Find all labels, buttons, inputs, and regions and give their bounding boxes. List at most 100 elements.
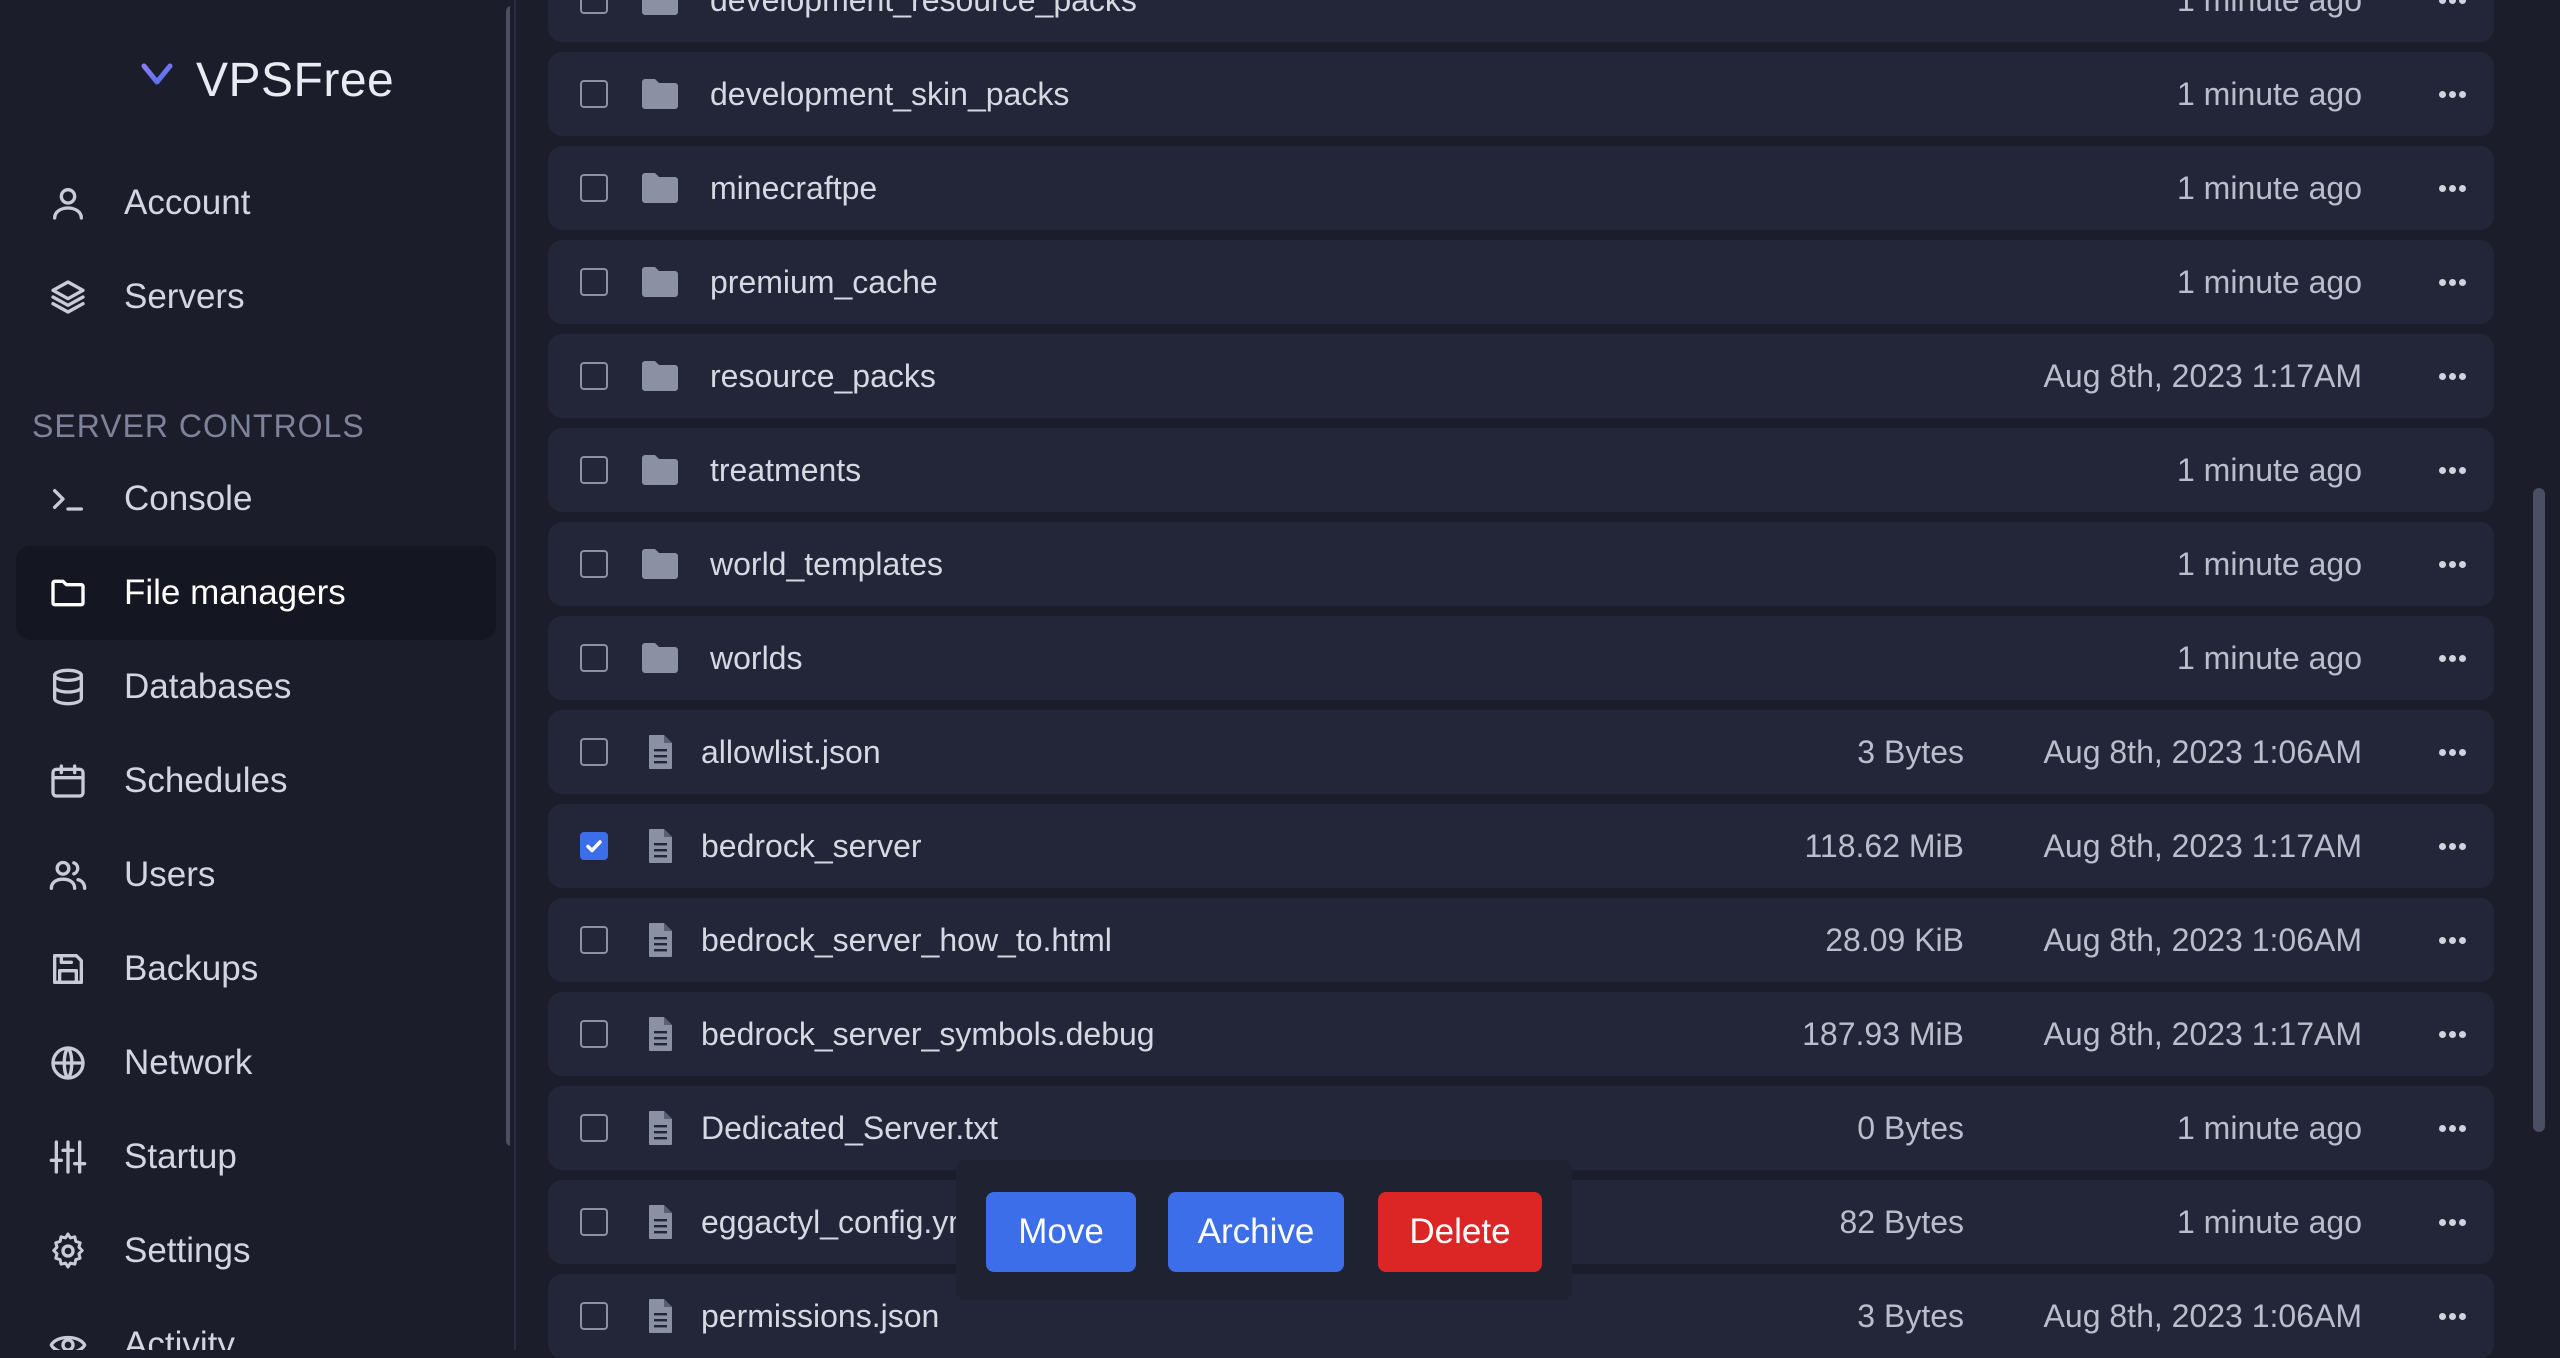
file-name[interactable]: premium_cache bbox=[710, 264, 938, 301]
file-name[interactable]: eggactyl_config.yml bbox=[701, 1204, 982, 1241]
row-checkbox[interactable] bbox=[580, 550, 608, 578]
file-name[interactable]: bedrock_server_symbols.debug bbox=[701, 1016, 1155, 1053]
row-checkbox[interactable] bbox=[580, 738, 608, 766]
folder-icon bbox=[640, 358, 680, 394]
file-row[interactable]: bedrock_server_symbols.debug 187.93 MiB Au… bbox=[548, 992, 2494, 1076]
file-modified: 1 minute ago bbox=[2176, 545, 2362, 582]
sliders-icon bbox=[48, 1137, 88, 1177]
nav-item-backups[interactable]: Backups bbox=[16, 922, 496, 1016]
nav-item-users[interactable]: Users bbox=[16, 828, 496, 922]
nav-item-settings[interactable]: Settings bbox=[16, 1204, 496, 1298]
brand[interactable]: VPSFree bbox=[140, 48, 394, 112]
file-row[interactable]: premium_cache 1 minute ago bbox=[548, 240, 2494, 324]
more-options-icon[interactable] bbox=[2432, 1301, 2472, 1331]
more-options-icon[interactable] bbox=[2432, 925, 2472, 955]
nav-item-file-managers[interactable]: File managers bbox=[16, 546, 496, 640]
sidebar-scrollbar[interactable] bbox=[506, 6, 510, 1146]
row-checkbox[interactable] bbox=[580, 1208, 608, 1236]
row-checkbox[interactable] bbox=[580, 644, 608, 672]
nav-item-activity[interactable]: Activity bbox=[16, 1298, 496, 1350]
more-options-icon[interactable] bbox=[2432, 79, 2472, 109]
file-name[interactable]: resource_packs bbox=[710, 358, 936, 395]
file-row[interactable]: allowlist.json 3 Bytes Aug 8th, 2023 1:06A… bbox=[548, 710, 2494, 794]
row-checkbox[interactable] bbox=[580, 1020, 608, 1048]
more-options-icon[interactable] bbox=[2432, 1207, 2472, 1237]
selection-action-bar: Move Archive Delete bbox=[956, 1160, 1572, 1300]
file-name[interactable]: permissions.json bbox=[701, 1298, 939, 1335]
file-modified: Aug 8th, 2023 1:17AM bbox=[2043, 1015, 2362, 1052]
file-name[interactable]: allowlist.json bbox=[701, 734, 881, 771]
more-options-icon[interactable] bbox=[2432, 831, 2472, 861]
more-options-icon[interactable] bbox=[2432, 455, 2472, 485]
more-options-icon[interactable] bbox=[2432, 173, 2472, 203]
row-checkbox[interactable] bbox=[580, 268, 608, 296]
folder-icon bbox=[48, 573, 88, 613]
file-name[interactable]: bedrock_server bbox=[701, 828, 922, 865]
file-row[interactable]: bedrock_server_how_to.html 28.09 KiB Aug 8… bbox=[548, 898, 2494, 982]
folder-icon bbox=[640, 76, 680, 112]
row-checkbox[interactable] bbox=[580, 1302, 608, 1330]
file-name[interactable]: minecraftpe bbox=[710, 170, 877, 207]
more-options-icon[interactable] bbox=[2432, 0, 2472, 15]
nav-label-settings: Settings bbox=[124, 1231, 251, 1270]
move-button[interactable]: Move bbox=[986, 1192, 1136, 1272]
more-options-icon[interactable] bbox=[2432, 549, 2472, 579]
more-options-icon[interactable] bbox=[2432, 643, 2472, 673]
more-options-icon[interactable] bbox=[2432, 737, 2472, 767]
file-name[interactable]: worlds bbox=[710, 640, 802, 677]
file-row[interactable]: bedrock_server 118.62 MiB Aug 8th, 2023 1:… bbox=[548, 804, 2494, 888]
row-checkbox[interactable] bbox=[580, 832, 608, 860]
more-options-icon[interactable] bbox=[2432, 1113, 2472, 1143]
row-checkbox[interactable] bbox=[580, 362, 608, 390]
file-name[interactable]: development_resource_packs bbox=[710, 0, 1137, 19]
archive-button[interactable]: Archive bbox=[1168, 1192, 1344, 1272]
file-row[interactable]: resource_packs Aug 8th, 2023 1:17AM bbox=[548, 334, 2494, 418]
file-row[interactable]: world_templates 1 minute ago bbox=[548, 522, 2494, 606]
row-checkbox[interactable] bbox=[580, 80, 608, 108]
users-icon bbox=[48, 855, 88, 895]
delete-button[interactable]: Delete bbox=[1378, 1192, 1542, 1272]
file-row[interactable]: development_skin_packs 1 minute ago bbox=[548, 52, 2494, 136]
file-size: 3 Bytes bbox=[1857, 1297, 1964, 1334]
more-options-icon[interactable] bbox=[2432, 267, 2472, 297]
file-name[interactable]: Dedicated_Server.txt bbox=[701, 1110, 998, 1147]
nav-item-console[interactable]: Console bbox=[16, 452, 496, 546]
file-row[interactable]: Dedicated_Server.txt 0 Bytes 1 minute ago bbox=[548, 1086, 2494, 1170]
file-name[interactable]: development_skin_packs bbox=[710, 76, 1069, 113]
row-checkbox[interactable] bbox=[580, 174, 608, 202]
file-modified: Aug 8th, 2023 1:17AM bbox=[2043, 357, 2362, 394]
nav-item-servers[interactable]: Servers bbox=[16, 250, 496, 344]
file-row[interactable]: development_resource_packs 1 minute ago bbox=[548, 0, 2494, 42]
file-row[interactable]: worlds 1 minute ago bbox=[548, 616, 2494, 700]
more-options-icon[interactable] bbox=[2432, 361, 2472, 391]
file-row[interactable]: treatments 1 minute ago bbox=[548, 428, 2494, 512]
row-checkbox[interactable] bbox=[580, 1114, 608, 1142]
nav-item-schedules[interactable]: Schedules bbox=[16, 734, 496, 828]
globe-icon bbox=[48, 1043, 88, 1083]
nav-label-network: Network bbox=[124, 1043, 253, 1082]
row-checkbox[interactable] bbox=[580, 0, 608, 14]
file-size: 187.93 MiB bbox=[1802, 1015, 1964, 1052]
file-icon bbox=[640, 1298, 680, 1334]
more-options-icon[interactable] bbox=[2432, 1019, 2472, 1049]
nav-item-databases[interactable]: Databases bbox=[16, 640, 496, 734]
nav-item-account[interactable]: Account bbox=[16, 156, 496, 250]
nav-item-startup[interactable]: Startup bbox=[16, 1110, 496, 1204]
file-icon bbox=[640, 922, 680, 958]
row-checkbox[interactable] bbox=[580, 926, 608, 954]
file-row[interactable]: minecraftpe 1 minute ago bbox=[548, 146, 2494, 230]
file-name[interactable]: bedrock_server_how_to.html bbox=[701, 922, 1112, 959]
nav-label-backups: Backups bbox=[124, 949, 259, 988]
file-modified: 1 minute ago bbox=[2176, 1109, 2362, 1146]
file-icon bbox=[640, 734, 680, 770]
file-name[interactable]: treatments bbox=[710, 452, 861, 489]
row-checkbox[interactable] bbox=[580, 456, 608, 484]
nav-label-schedules: Schedules bbox=[124, 761, 288, 800]
nav-label-activity: Activity bbox=[124, 1325, 235, 1350]
nav-label-file-managers: File managers bbox=[124, 573, 346, 612]
nav-item-network[interactable]: Network bbox=[16, 1016, 496, 1110]
file-name[interactable]: world_templates bbox=[710, 546, 943, 583]
folder-icon bbox=[640, 0, 680, 18]
user-icon bbox=[48, 183, 88, 223]
page-scrollbar[interactable] bbox=[2533, 488, 2545, 1132]
